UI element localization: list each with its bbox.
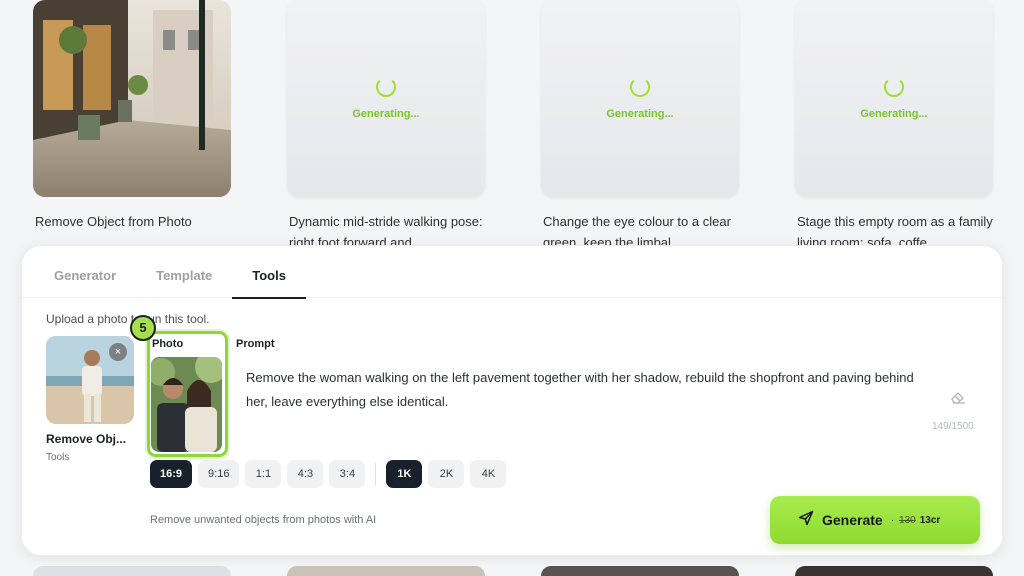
generating-status: Generating... [606, 108, 674, 120]
eraser-icon[interactable] [949, 388, 967, 406]
old-price: 130 [899, 514, 916, 526]
generating-status: Generating... [352, 108, 420, 120]
chip-divider [375, 463, 377, 485]
upload-hint: Upload a photo to run this tool. [46, 312, 210, 326]
price-separator: · [890, 514, 895, 526]
aspect-3-4-chip[interactable]: 3:4 [329, 460, 366, 488]
tool-panel: Generator Template Tools Upload a photo … [21, 245, 1003, 556]
next-row-thumbnail[interactable] [287, 566, 485, 576]
uploaded-photo[interactable] [151, 357, 222, 452]
pending-thumbnail: Generating... [287, 0, 485, 197]
option-chips: 16:9 9:16 1:1 4:3 3:4 1K 2K 4K [150, 460, 512, 488]
resolution-1k-chip[interactable]: 1K [386, 460, 423, 488]
char-counter: 149/1500 [932, 421, 974, 432]
new-price: 13cr [919, 514, 941, 526]
tool-name: Remove Obj... [46, 432, 127, 446]
loading-spinner-icon [630, 77, 650, 97]
panel-tabs: Generator Template Tools [22, 246, 1002, 299]
tab-generator[interactable]: Generator [34, 246, 136, 298]
tool-category: Tools [46, 452, 70, 463]
aspect-9-16-chip[interactable]: 9:16 [198, 460, 240, 488]
photo-label: Photo [152, 338, 184, 350]
generate-label: Generate [822, 512, 883, 528]
pending-thumbnail: Generating... [795, 0, 993, 197]
gallery-card[interactable]: Generating... Change the eye colour to a… [541, 0, 739, 253]
aspect-4-3-chip[interactable]: 4:3 [287, 460, 324, 488]
step-badge: 5 [130, 315, 156, 341]
resolution-4k-chip[interactable]: 4K [470, 460, 507, 488]
loading-spinner-icon [884, 77, 904, 97]
tool-description: Remove unwanted objects from photos with… [150, 514, 377, 526]
next-row-thumbnail[interactable] [33, 566, 231, 576]
gallery-card[interactable]: Generating... Dynamic mid-stride walking… [287, 0, 485, 253]
prompt-label: Prompt [236, 338, 275, 350]
pending-thumbnail: Generating... [541, 0, 739, 197]
next-row-thumbnail[interactable] [541, 566, 739, 576]
prompt-input[interactable]: Remove the woman walking on the left pav… [246, 366, 926, 414]
next-row-thumbnail[interactable] [795, 566, 993, 576]
gallery-card[interactable]: Remove Object from Photo [33, 0, 231, 253]
street-photo-thumbnail[interactable] [33, 0, 231, 197]
tab-template[interactable]: Template [136, 246, 232, 298]
generating-status: Generating... [860, 108, 928, 120]
resolution-2k-chip[interactable]: 2K [428, 460, 465, 488]
remove-tool-close-icon[interactable]: × [109, 343, 127, 361]
send-icon [798, 510, 814, 531]
aspect-16-9-chip[interactable]: 16:9 [150, 460, 193, 488]
gallery-card[interactable]: Generating... Stage this empty room as a… [795, 0, 993, 253]
aspect-1-1-chip[interactable]: 1:1 [245, 460, 282, 488]
tab-tools[interactable]: Tools [232, 246, 306, 299]
generate-button[interactable]: Generate · 130 13cr [770, 496, 980, 544]
loading-spinner-icon [376, 77, 396, 97]
